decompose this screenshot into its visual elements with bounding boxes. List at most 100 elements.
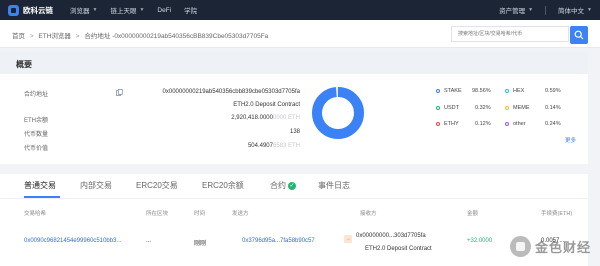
legend-pct-ethy: 0.12% bbox=[475, 121, 491, 127]
contract-address-value[interactable]: 0x00000000219ab540356cbb839cbe05303d7705… bbox=[163, 89, 300, 95]
contract-name: ETH2.0 Deposit Contract bbox=[233, 102, 300, 108]
legend-hex: HEX bbox=[505, 88, 524, 94]
contract-address-label: 合约地址 bbox=[24, 92, 49, 98]
token-value-number: 504.4907 bbox=[247, 143, 273, 149]
legend-pct-meme: 0.14% bbox=[545, 105, 561, 111]
token-count-label: 代币数量 bbox=[24, 132, 49, 138]
legend-pct-stake: 98.56% bbox=[472, 88, 491, 94]
legend-dot bbox=[436, 88, 440, 93]
breadcrumb-separator: > bbox=[29, 33, 34, 40]
token-value-value: 504.49076583 ETH bbox=[248, 143, 300, 149]
nav-defi-label: DeFi bbox=[157, 6, 172, 14]
legend-usdt: USDT bbox=[436, 105, 459, 111]
tab-event-logs[interactable]: 事件日志 bbox=[318, 180, 350, 191]
header-time: 时间 bbox=[194, 211, 206, 217]
header-block: 所在区块 bbox=[146, 211, 169, 217]
logo-icon bbox=[8, 4, 19, 16]
tx-amount: +32.0000 bbox=[467, 238, 493, 244]
token-value-muted: 6583 ETH bbox=[272, 143, 300, 149]
legend-name: STAKE bbox=[444, 88, 462, 94]
header-amount: 金额 bbox=[467, 211, 479, 217]
search-button[interactable] bbox=[570, 26, 588, 44]
legend-pct-hex: 0.59% bbox=[545, 88, 561, 94]
eth-balance-muted: 0000 ETH bbox=[272, 115, 300, 121]
header-from: 发送方 bbox=[232, 211, 249, 217]
legend-name: USDT bbox=[444, 105, 459, 111]
header-to: 接收方 bbox=[360, 211, 377, 217]
tab-contract[interactable]: 合约 ✓ bbox=[270, 180, 296, 191]
verified-check-icon: ✓ bbox=[288, 182, 296, 190]
tab-normal-transactions[interactable]: 普通交易 bbox=[24, 180, 56, 191]
eth-balance-label: ETH余额 bbox=[24, 118, 49, 124]
token-distribution-donut bbox=[312, 87, 364, 139]
legend-name: HEX bbox=[513, 88, 525, 94]
more-link[interactable]: 更多 bbox=[565, 136, 576, 144]
asset-management-label: 资产管理 bbox=[499, 8, 526, 15]
tx-from-link[interactable]: 0x3796d95a...7fa58b90c57 bbox=[242, 238, 315, 244]
chevron-down-icon: ▼ bbox=[587, 7, 592, 13]
divider bbox=[545, 5, 547, 15]
legend-dot bbox=[436, 121, 440, 126]
legend-pct-usdt: 0.32% bbox=[475, 105, 491, 111]
top-navigation-bar: 欧科云链 浏览器 ▼ 链上天眼 ▼ DeFi 学院 资产管理 ▼ 简体中文 ▼ bbox=[0, 0, 600, 20]
nav-defi[interactable]: DeFi bbox=[157, 7, 171, 14]
legend-stake: STAKE bbox=[436, 88, 462, 94]
search-input[interactable] bbox=[451, 26, 569, 42]
tab-erc20-balance[interactable]: ERC20余额 bbox=[202, 180, 244, 191]
tx-to-link[interactable]: 0x00000000...303d7705fa bbox=[356, 233, 426, 239]
nav-explorer-label: 浏览器 bbox=[70, 8, 90, 15]
chevron-down-icon: ▼ bbox=[528, 7, 534, 13]
watermark: 金色财经 bbox=[510, 236, 591, 257]
legend-name: ETHY bbox=[444, 121, 459, 127]
nav-academy-label: 学院 bbox=[184, 8, 198, 15]
legend-meme: MEME bbox=[505, 105, 530, 111]
chevron-down-icon: ▼ bbox=[92, 7, 98, 13]
asset-management-menu[interactable]: 资产管理 ▼ bbox=[499, 5, 533, 15]
nav-onchain-eye-label: 链上天眼 bbox=[110, 8, 137, 15]
tx-hash-link[interactable]: 0x0090c96821454e99960c510bb3... bbox=[24, 238, 121, 244]
site-logo[interactable]: 欧科云链 bbox=[8, 4, 70, 16]
logo-text: 欧科云链 bbox=[23, 5, 53, 15]
tab-erc20-transactions[interactable]: ERC20交易 bbox=[136, 180, 178, 191]
search-icon bbox=[574, 30, 584, 40]
legend-dot bbox=[505, 88, 509, 93]
nav-explorer[interactable]: 浏览器 ▼ bbox=[70, 5, 97, 15]
legend-pct-other: 0.24% bbox=[545, 121, 561, 127]
out-arrow-icon: → bbox=[344, 235, 352, 243]
eth-balance-number: 2,920,418.0000 bbox=[231, 115, 273, 121]
legend-name: MEME bbox=[513, 105, 530, 111]
copy-icon[interactable] bbox=[116, 89, 123, 98]
tab-internal-transactions[interactable]: 内部交易 bbox=[80, 180, 112, 191]
overview-title: 概要 bbox=[16, 60, 32, 69]
breadcrumb-separator: > bbox=[75, 33, 80, 40]
legend-other: other bbox=[505, 121, 526, 127]
language-menu[interactable]: 简体中文 ▼ bbox=[558, 5, 592, 15]
legend-name: other bbox=[513, 121, 526, 127]
main-nav: 浏览器 ▼ 链上天眼 ▼ DeFi 学院 bbox=[70, 5, 210, 16]
chevron-down-icon: ▼ bbox=[139, 7, 145, 13]
nav-academy[interactable]: 学院 bbox=[184, 5, 197, 15]
topbar-right: 资产管理 ▼ 简体中文 ▼ bbox=[487, 0, 592, 20]
legend-dot bbox=[505, 105, 509, 110]
breadcrumb-home[interactable]: 首页 bbox=[12, 33, 25, 40]
tx-block[interactable]: ... bbox=[146, 238, 151, 244]
nav-onchain-eye[interactable]: 链上天眼 ▼ bbox=[110, 5, 144, 15]
header-tx-hash: 交易哈希 bbox=[24, 211, 47, 217]
tab-contract-label: 合约 bbox=[270, 181, 286, 190]
watermark-logo-icon bbox=[510, 236, 531, 257]
donut-segment-stake bbox=[312, 87, 364, 139]
breadcrumb-current: 合约地址 -0x00000000219ab540356cBB839Cbe0530… bbox=[84, 33, 269, 40]
breadcrumb-explorer[interactable]: ETH浏览器 bbox=[38, 33, 71, 40]
watermark-text: 金色财经 bbox=[535, 240, 592, 255]
tabs-divider bbox=[0, 198, 588, 199]
legend-dot bbox=[436, 105, 440, 110]
tx-to-name: ETH2.0 Deposit Contract bbox=[365, 246, 432, 252]
eth-balance-value: 2,920,418.00000000 ETH bbox=[231, 115, 300, 121]
legend-ethy: ETHY bbox=[436, 121, 459, 127]
breadcrumb: 首页 > ETH浏览器 > 合约地址 -0x00000000219ab54035… bbox=[12, 30, 268, 40]
language-label: 简体中文 bbox=[558, 8, 585, 15]
tx-time: 刚刚 bbox=[194, 241, 207, 247]
overview-header bbox=[0, 52, 588, 74]
token-count-value: 138 bbox=[289, 129, 300, 135]
header-fee: 手续费(ETH) bbox=[541, 211, 573, 217]
